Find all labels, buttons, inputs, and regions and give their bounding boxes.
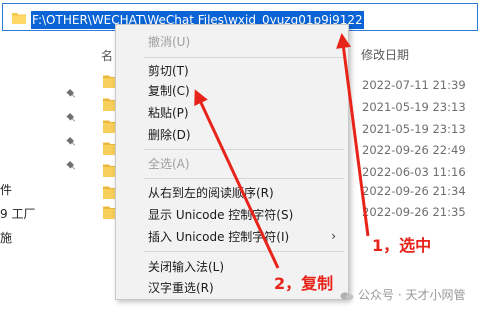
annotation-step1: 1，选中 <box>372 236 432 255</box>
wechat-icon <box>340 291 354 300</box>
annotation-step2: 2，复制 <box>274 274 334 293</box>
arrow-to-copy <box>194 89 280 269</box>
watermark-text: 公众号 · 天才小网管 <box>358 288 466 302</box>
watermark: 公众号 · 天才小网管 <box>340 286 465 303</box>
annotation-arrows <box>194 33 370 269</box>
arrow-to-address <box>336 33 370 237</box>
